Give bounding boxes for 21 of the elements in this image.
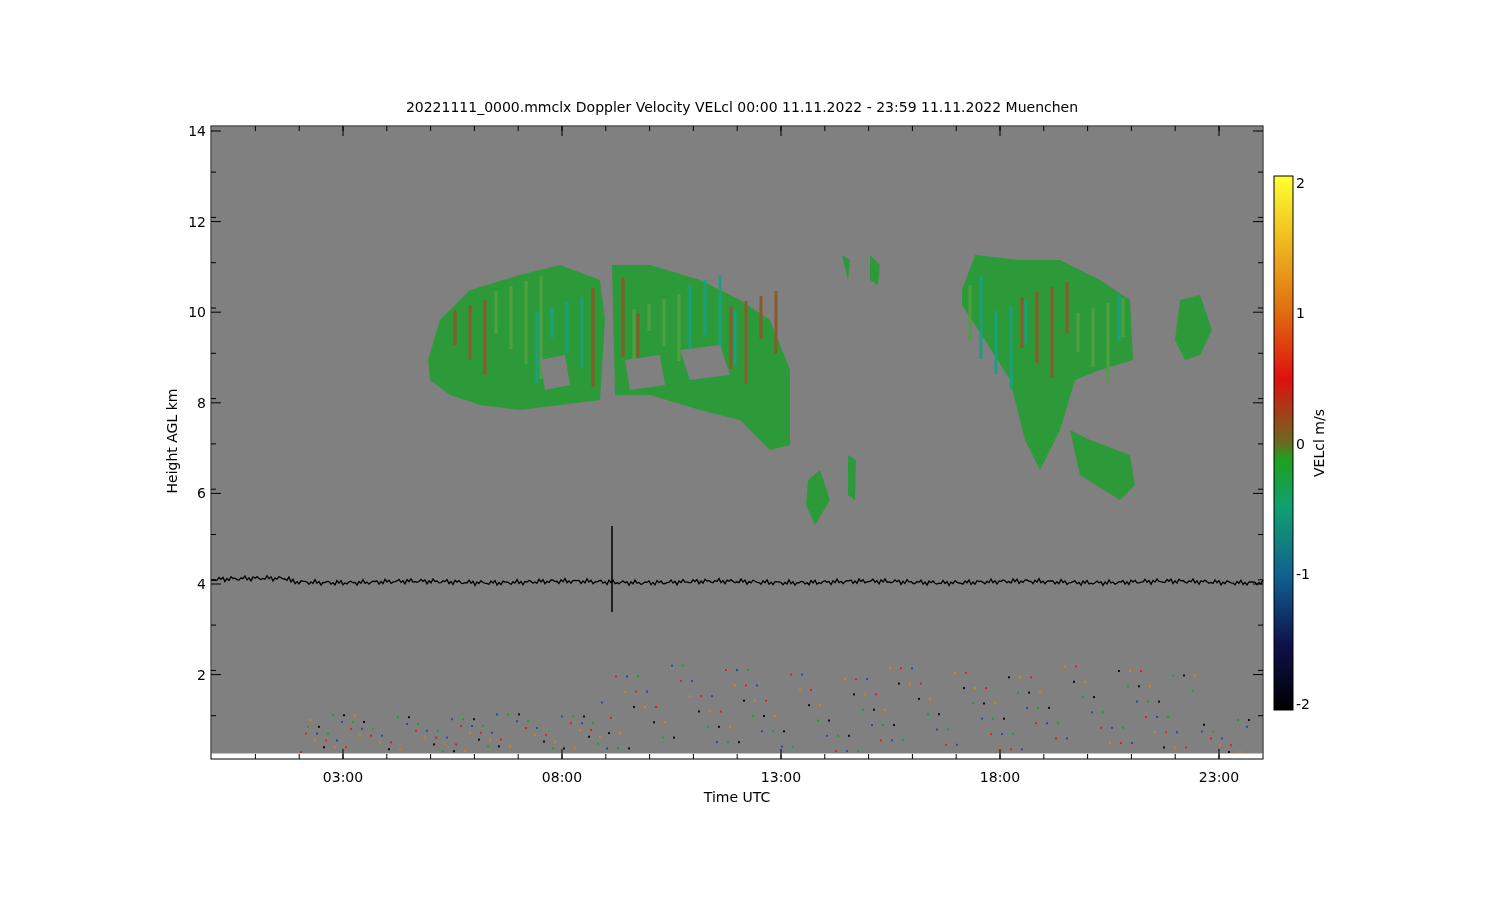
tick-label: 12: [188, 213, 206, 230]
tick-label: -1: [1296, 565, 1310, 582]
tick-label: 10: [188, 304, 206, 321]
tick-label: 14: [188, 123, 206, 139]
tick-label: -2: [1296, 696, 1310, 712]
tick-label: 8: [197, 394, 206, 411]
tick-label: 13:00: [760, 769, 802, 785]
tick-label: 4: [197, 576, 206, 592]
tick-label: 2: [1296, 175, 1305, 191]
tick-label: 0: [1296, 435, 1305, 452]
tick-label: 2: [197, 666, 206, 683]
tick-label: 23:00: [1198, 769, 1240, 785]
plot-title: 20221111_0000.mmclx Doppler Velocity VELcl 00:00 11.11.2022 - 23:59 11.11.2022 Muenchen: [405, 99, 1079, 115]
tick-label: 6: [197, 485, 206, 502]
axis-label: Time UTC: [703, 789, 771, 805]
tick-label: 1: [1296, 305, 1305, 322]
axis-label: Height AGL km: [164, 388, 180, 494]
tick-label: 03:00: [322, 769, 364, 785]
axis-label: VELcl m/s: [1311, 409, 1327, 477]
tick-label: 08:00: [541, 769, 583, 785]
tick-label: 18:00: [979, 769, 1021, 785]
